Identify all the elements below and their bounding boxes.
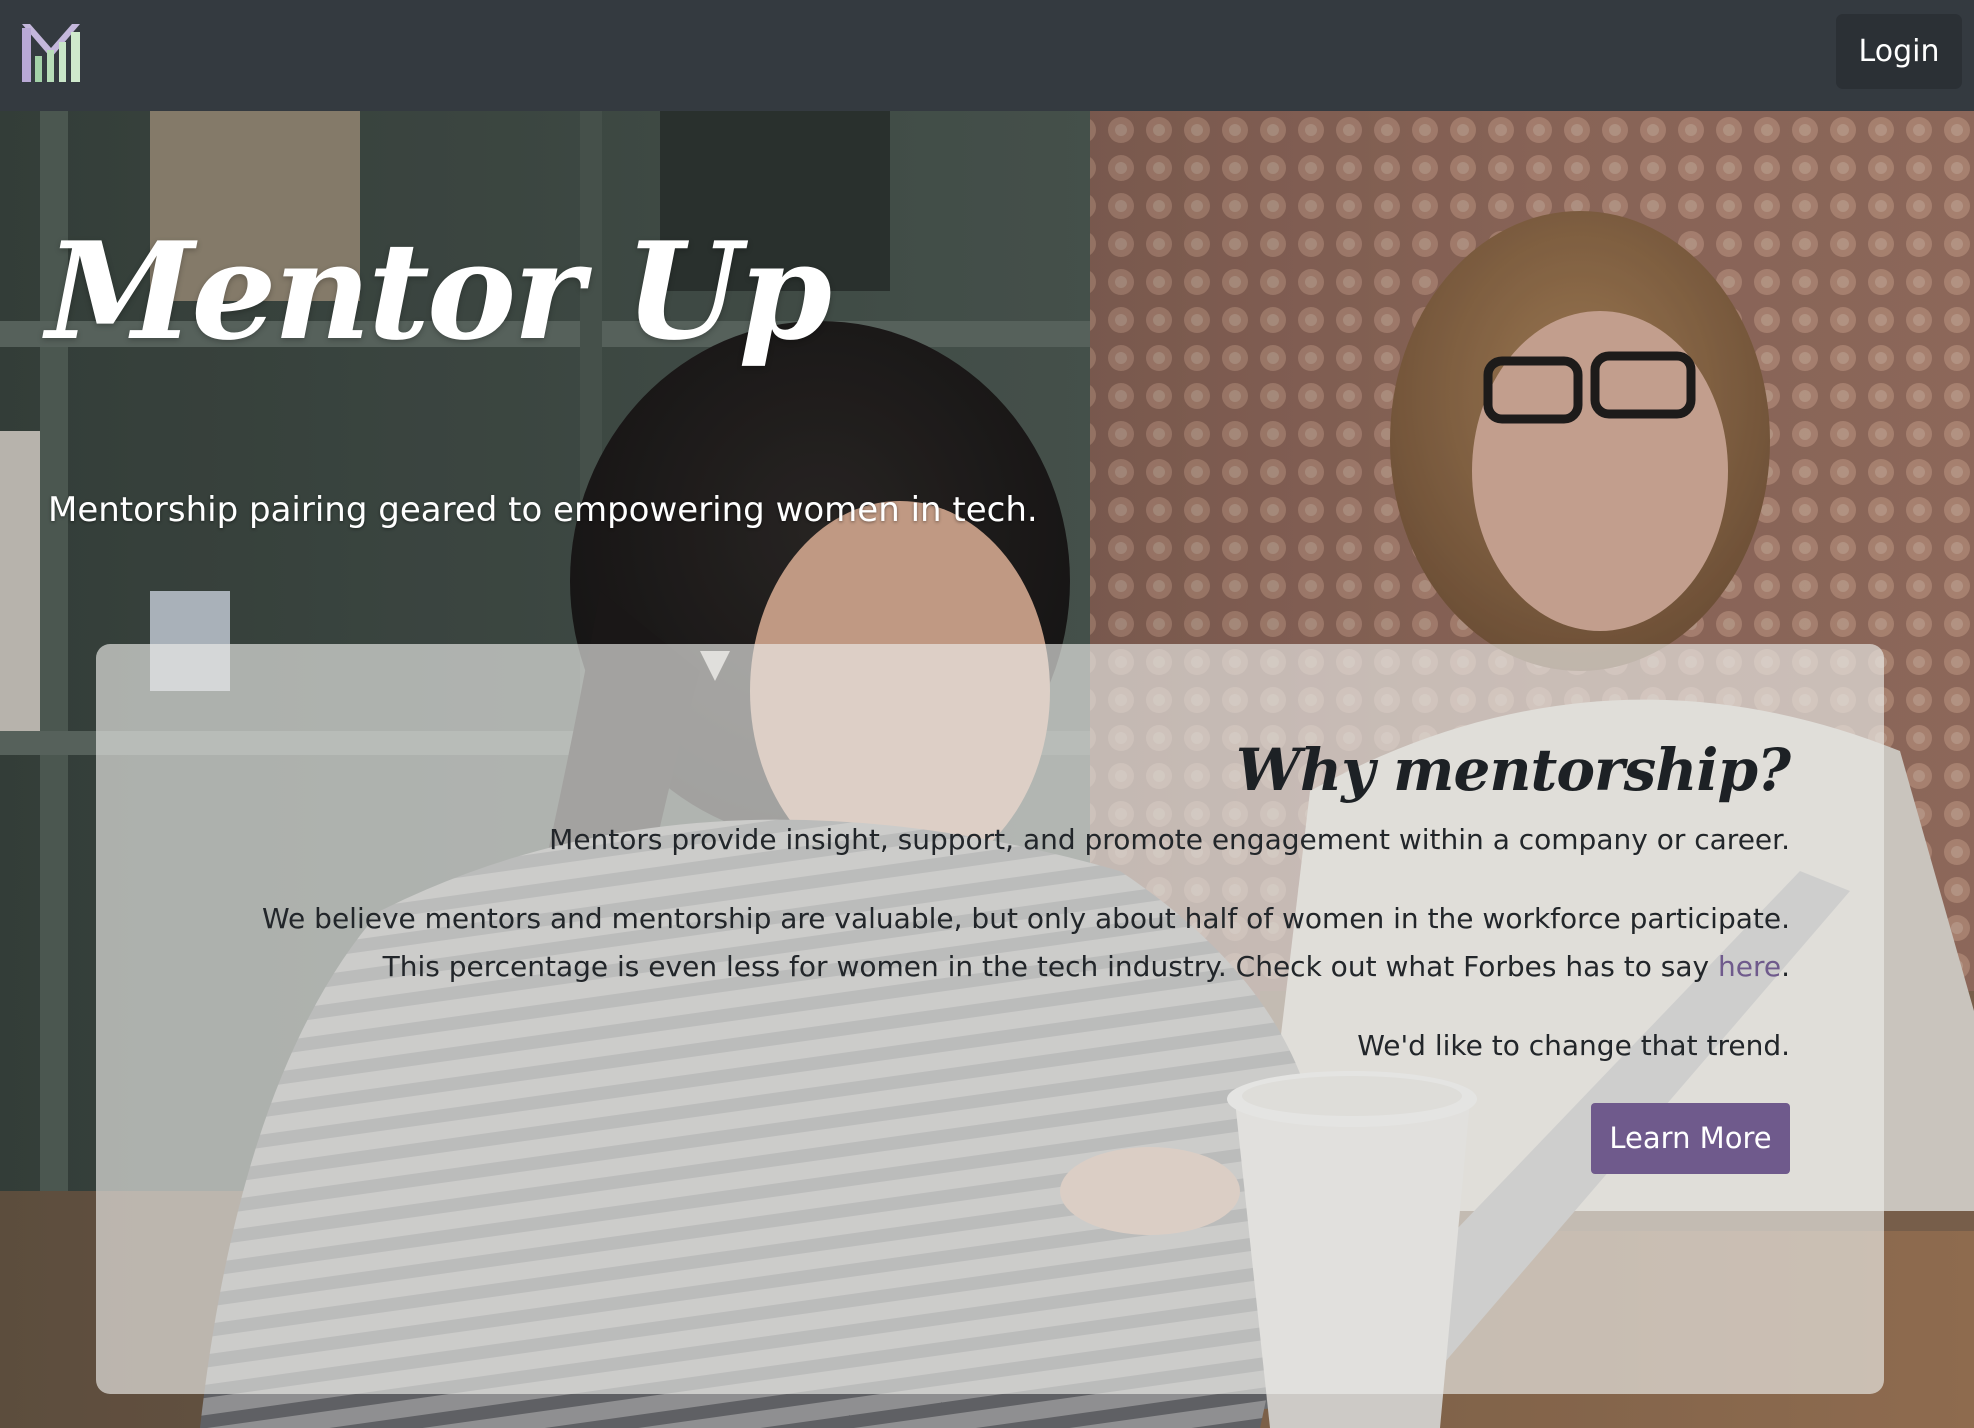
- card-paragraph-trend: We'd like to change that trend.: [1357, 1029, 1790, 1062]
- hero-title: Mentor Up: [46, 212, 832, 370]
- card-paragraph-statistics: We believe mentors and mentorship are va…: [230, 895, 1790, 991]
- forbes-article-link[interactable]: here: [1718, 950, 1781, 983]
- mentor-up-m-logo-icon[interactable]: [20, 22, 82, 82]
- card-paragraph-intro: Mentors provide insight, support, and pr…: [549, 823, 1790, 856]
- card-paragraph-statistics-period: .: [1781, 950, 1790, 983]
- card-heading: Why mentorship?: [1235, 736, 1791, 804]
- card-content: Why mentorship? Mentors provide insight,…: [230, 736, 1791, 1174]
- card-paragraph-statistics-text: We believe mentors and mentorship are va…: [262, 902, 1790, 983]
- learn-more-button[interactable]: Learn More: [1591, 1103, 1790, 1174]
- top-navbar: Login: [0, 0, 1974, 111]
- login-button[interactable]: Login: [1836, 14, 1962, 89]
- hero-subtitle: Mentorship pairing geared to empowering …: [48, 490, 1038, 530]
- landing-page: Login Mentor Up Mentorship pairing geare…: [0, 0, 1974, 1428]
- why-mentorship-card: Why mentorship? Mentors provide insight,…: [96, 644, 1884, 1394]
